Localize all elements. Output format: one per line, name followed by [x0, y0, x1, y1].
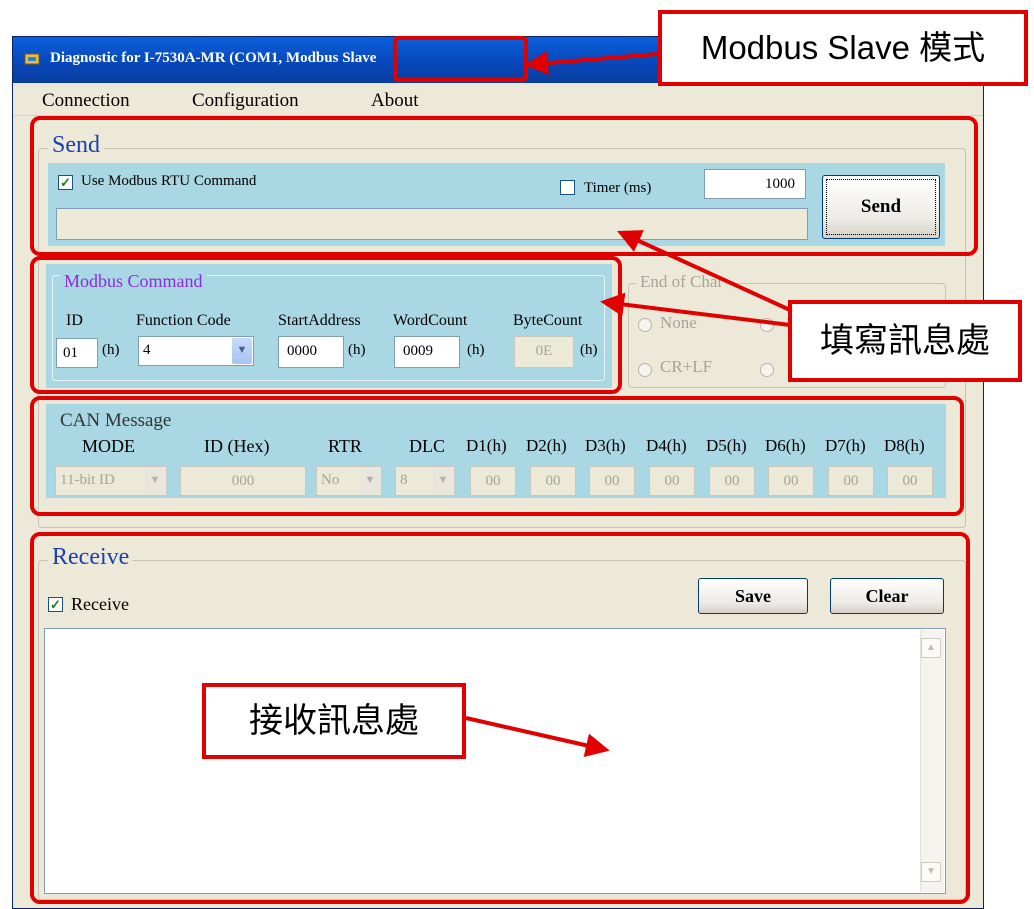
fill-arrow-modbus [600, 292, 791, 327]
mode-arrow [524, 51, 659, 75]
annotation-arrows [465, 51, 791, 758]
receive-arrow [465, 716, 610, 758]
fill-arrow-send [617, 230, 791, 312]
